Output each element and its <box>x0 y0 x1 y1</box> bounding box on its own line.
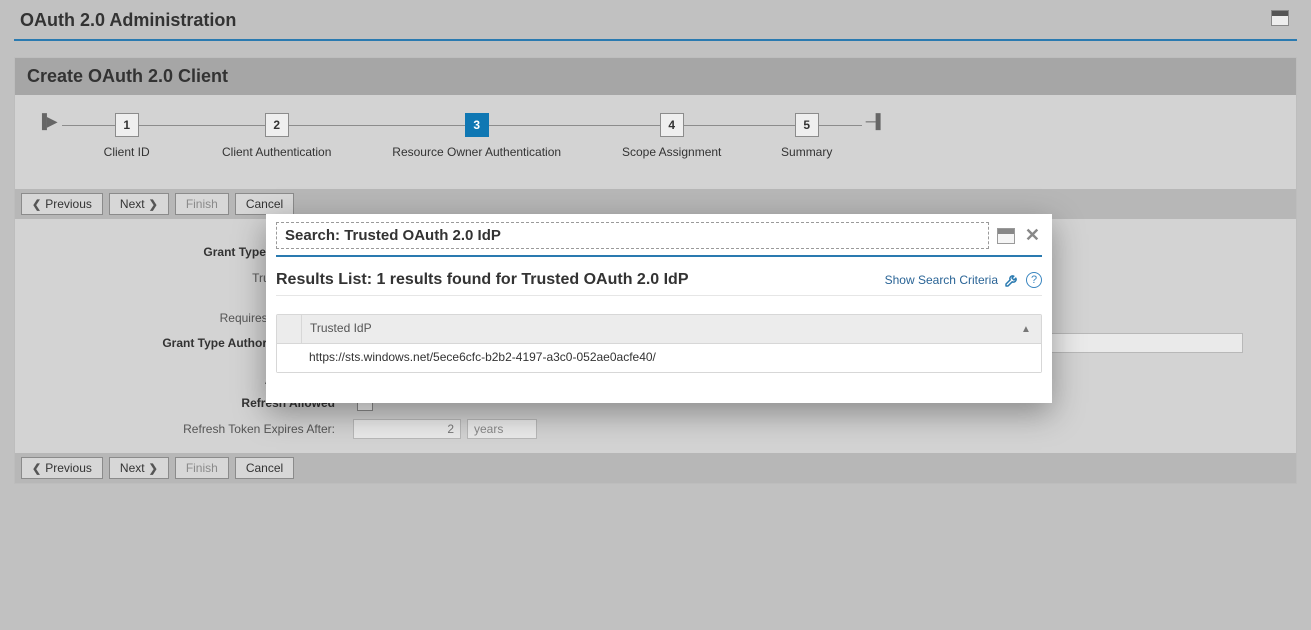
window-icon[interactable] <box>997 228 1015 244</box>
header-rule <box>14 39 1297 41</box>
button-label: Finish <box>186 197 218 211</box>
button-label: Finish <box>186 461 218 475</box>
dialog-title: Search: Trusted OAuth 2.0 IdP <box>276 222 989 249</box>
refresh-expires-unit-input[interactable] <box>467 419 537 439</box>
next-button[interactable]: Next ❯ <box>109 193 169 215</box>
wizard-step-number: 4 <box>660 113 684 137</box>
button-label: Previous <box>45 197 92 211</box>
table-row[interactable]: https://sts.windows.net/5ece6cfc-b2b2-41… <box>277 344 1041 372</box>
chevron-right-icon: ❯ <box>149 462 158 475</box>
wizard-start-icon: ▐▶ <box>33 113 62 130</box>
cancel-button[interactable]: Cancel <box>235 457 294 479</box>
wizard-step-scope-assignment[interactable]: 4 Scope Assignment <box>592 113 752 159</box>
cell-trusted-idp: https://sts.windows.net/5ece6cfc-b2b2-41… <box>301 344 1041 372</box>
search-trusted-idp-dialog: Search: Trusted OAuth 2.0 IdP ✕ Results … <box>266 214 1052 403</box>
wrench-icon[interactable] <box>1004 272 1020 288</box>
wizard-step-client-id[interactable]: 1 Client ID <box>62 113 192 159</box>
form-label: Refresh Token Expires After: <box>25 422 353 436</box>
wizard-step-label: Summary <box>781 145 832 159</box>
previous-button[interactable]: ❮ Previous <box>21 457 103 479</box>
wizard-button-bar-bottom: ❮ Previous Next ❯ Finish Cancel <box>15 453 1296 483</box>
row-selector-header <box>277 315 302 343</box>
wizard-step-label: Client ID <box>104 145 150 159</box>
refresh-expires-value-input[interactable] <box>353 419 461 439</box>
wizard-step-number: 3 <box>465 113 489 137</box>
button-label: Next <box>120 197 145 211</box>
help-icon[interactable]: ? <box>1026 272 1042 288</box>
results-title: Results List: 1 results found for Truste… <box>276 271 689 289</box>
button-label: Cancel <box>246 197 283 211</box>
window-icon[interactable] <box>1271 10 1289 26</box>
dialog-rule <box>276 255 1042 257</box>
results-table-header: Trusted IdP ▲ <box>277 315 1041 344</box>
button-label: Previous <box>45 461 92 475</box>
page-title: OAuth 2.0 Administration <box>14 10 1297 37</box>
next-button[interactable]: Next ❯ <box>109 457 169 479</box>
wizard-step-number: 2 <box>265 113 289 137</box>
wizard-steps: ▐▶ 1 Client ID 2 <box>15 95 1296 189</box>
finish-button: Finish <box>175 457 229 479</box>
sort-icon[interactable]: ▲ <box>1011 315 1041 343</box>
previous-button[interactable]: ❮ Previous <box>21 193 103 215</box>
wizard-step-label: Scope Assignment <box>622 145 721 159</box>
chevron-left-icon: ❮ <box>32 462 41 475</box>
wizard-step-summary[interactable]: 5 Summary <box>752 113 862 159</box>
chevron-right-icon: ❯ <box>149 198 158 211</box>
wizard-step-number: 1 <box>115 113 139 137</box>
button-label: Cancel <box>246 461 283 475</box>
results-table: Trusted IdP ▲ https://sts.windows.net/5e… <box>276 314 1042 373</box>
wizard-end-icon: ─▌ <box>862 113 890 129</box>
wizard-step-label: Resource Owner Authentication <box>392 145 561 159</box>
show-search-criteria-link[interactable]: Show Search Criteria <box>885 273 998 287</box>
button-label: Next <box>120 461 145 475</box>
column-header-trusted-idp[interactable]: Trusted IdP <box>302 315 1011 343</box>
wizard-step-resource-owner-auth[interactable]: 3 Resource Owner Authentication <box>362 113 592 159</box>
wizard-step-client-auth[interactable]: 2 Client Authentication <box>192 113 362 159</box>
close-icon[interactable]: ✕ <box>1023 225 1042 246</box>
wizard-step-number: 5 <box>795 113 819 137</box>
wizard-step-label: Client Authentication <box>222 145 331 159</box>
row-selector[interactable] <box>277 344 301 372</box>
finish-button: Finish <box>175 193 229 215</box>
cancel-button[interactable]: Cancel <box>235 193 294 215</box>
wizard-title: Create OAuth 2.0 Client <box>15 58 1296 95</box>
chevron-left-icon: ❮ <box>32 198 41 211</box>
form-row-refresh-expires: Refresh Token Expires After: <box>25 419 1286 439</box>
